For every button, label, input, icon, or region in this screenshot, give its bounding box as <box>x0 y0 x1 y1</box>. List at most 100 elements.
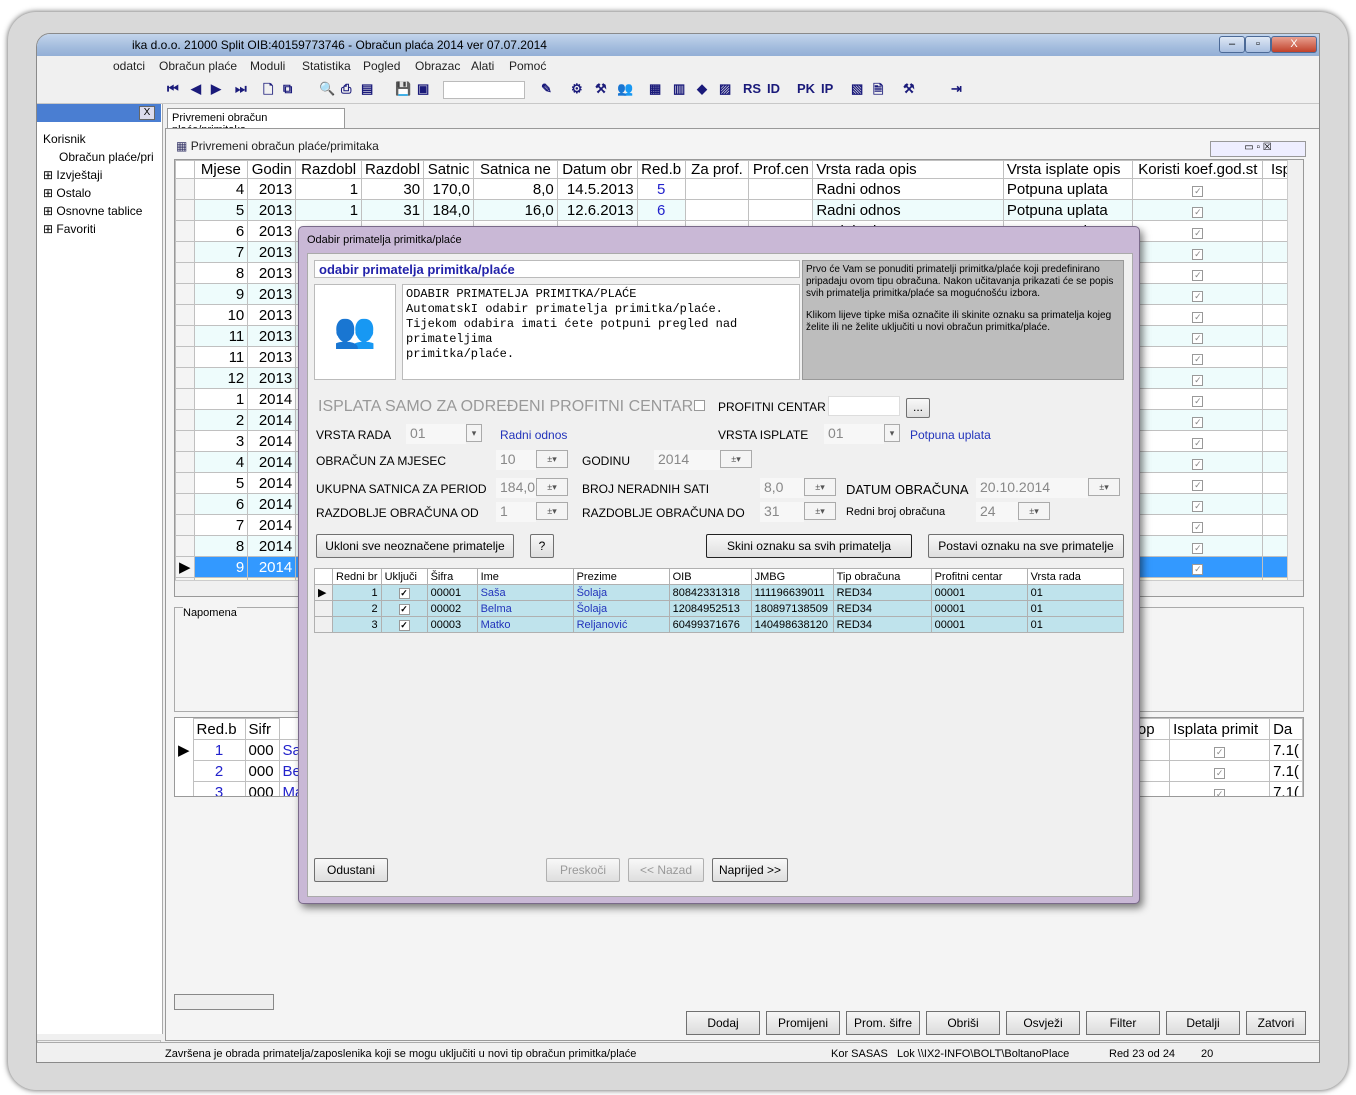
refresh-button[interactable]: Osvježi <box>1006 1011 1080 1035</box>
table-cell[interactable]: 6 <box>193 220 249 242</box>
hammer-icon[interactable]: ⚒ <box>903 81 915 97</box>
table-cell[interactable]: 2 <box>193 409 249 431</box>
table-cell[interactable]: 6 <box>636 199 686 221</box>
table-cell[interactable]: Matko <box>476 616 574 633</box>
table-cell[interactable]: 00001 <box>930 600 1028 617</box>
col-datum-obracuna[interactable]: Datum obr <box>556 160 638 179</box>
od-spinner[interactable]: ±▾ <box>536 502 568 520</box>
koeficijent-checkbox[interactable]: ✓ <box>1132 199 1264 221</box>
col-datum[interactable]: Da <box>1269 718 1303 740</box>
help-button[interactable]: ? <box>530 534 554 558</box>
check-all-button[interactable]: Postavi oznaku na sve primatelje <box>928 534 1124 558</box>
table-cell[interactable]: 30 <box>361 178 425 200</box>
col-prof-cen[interactable]: Prof.cen <box>748 160 814 179</box>
table-cell[interactable]: 00001 <box>930 616 1028 633</box>
col-isplata-primit[interactable]: Isplata primit <box>1169 718 1271 740</box>
row-indicator[interactable]: ▶ <box>175 740 193 761</box>
calc-icon[interactable]: ▦ <box>649 81 661 97</box>
first-record-icon[interactable]: ⏮ <box>167 81 179 97</box>
edit-icon[interactable]: ✎ <box>541 81 552 97</box>
table-cell[interactable]: 2013 <box>247 199 297 221</box>
id-button[interactable]: ID <box>767 81 780 96</box>
table-cell[interactable]: 14.5.2013 <box>556 178 638 200</box>
table-cell[interactable]: 2014 <box>247 535 297 557</box>
include-checkbox[interactable]: ✓ <box>380 616 428 633</box>
table-cell[interactable]: 4 <box>193 178 249 200</box>
expand-icon[interactable]: ⊞ <box>43 168 53 182</box>
redni-broj-cell[interactable]: 1 <box>192 739 246 761</box>
change-code-button[interactable]: Prom. šifre <box>846 1011 920 1035</box>
tab-privremeni-obracun[interactable]: Privremeni obračun plaće/primitaka <box>167 108 345 136</box>
godinu-spinner[interactable]: ±▾ <box>720 450 752 468</box>
col-satnica[interactable]: Satnic <box>423 160 475 179</box>
datum-input[interactable]: 20.10.2014 <box>976 478 1088 498</box>
vrsta-isplate-dropdown[interactable]: ▾ <box>884 424 900 442</box>
koeficijent-checkbox[interactable]: ✓ <box>1132 304 1264 326</box>
table-cell[interactable]: 01 <box>1026 616 1124 633</box>
table-cell[interactable] <box>748 178 814 200</box>
row-indicator[interactable] <box>175 761 193 782</box>
table-cell[interactable]: 3 <box>193 430 249 452</box>
table-cell[interactable]: 60499371676 <box>668 616 752 633</box>
koeficijent-checkbox[interactable]: ✓ <box>1132 535 1264 557</box>
satnica-input[interactable]: 184,0 <box>496 478 536 498</box>
sidebar-item-osnovne-tablice[interactable]: ⊞ Osnovne tablice <box>43 204 142 218</box>
back-button[interactable]: << Nazad <box>628 858 704 882</box>
expand-icon[interactable]: ⊞ <box>43 204 53 218</box>
table-cell[interactable]: 7 <box>193 514 249 536</box>
col-prezime[interactable]: Prezime <box>572 568 670 585</box>
sifra-cell[interactable]: 000 <box>244 739 280 761</box>
profit-center-input[interactable] <box>828 396 900 416</box>
koeficijent-checkbox[interactable]: ✓ <box>1132 472 1264 494</box>
sifra-cell[interactable]: 000 <box>244 781 280 796</box>
table-cell[interactable]: Radni odnos <box>812 199 1004 221</box>
koeficijent-checkbox[interactable]: ✓ <box>1132 220 1264 242</box>
search-input[interactable] <box>443 81 525 99</box>
close-button[interactable]: X <box>1271 36 1317 53</box>
vrsta-rada-code[interactable]: 01 <box>406 424 466 444</box>
koeficijent-checkbox[interactable]: ✓ <box>1132 283 1264 305</box>
koeficijent-checkbox[interactable]: ✓ <box>1132 262 1264 284</box>
col-oib[interactable]: OIB <box>668 568 752 585</box>
sidebar-close-button[interactable]: X <box>139 106 155 120</box>
copy-document-icon[interactable]: ⧉ <box>283 81 292 97</box>
datum-cell[interactable]: 7.1( <box>1269 739 1303 761</box>
col-mjesec[interactable]: Mjese <box>193 160 249 179</box>
redni-spinner[interactable]: ±▾ <box>1018 502 1050 520</box>
table-cell[interactable]: 170,0 <box>423 178 475 200</box>
table-cell[interactable]: 11 <box>193 325 249 347</box>
sidebar-item-korisnik[interactable]: Korisnik <box>43 132 86 146</box>
grid-vertical-scrollbar[interactable] <box>1287 160 1303 580</box>
sidebar-item-izvjestaji[interactable]: ⊞ Izvještaji <box>43 168 102 182</box>
table-cell[interactable]: 10 <box>193 304 249 326</box>
table-cell[interactable]: Radni odnos <box>812 178 1004 200</box>
modify-button[interactable]: Promijeni <box>766 1011 840 1035</box>
table-cell[interactable]: 2013 <box>247 283 297 305</box>
table-cell[interactable]: RED34 <box>832 600 932 617</box>
table-cell[interactable]: Šolaja <box>572 584 670 601</box>
next-record-icon[interactable]: ▶ <box>211 81 221 97</box>
table-cell[interactable]: 31 <box>361 199 425 221</box>
koeficijent-checkbox[interactable]: ✓ <box>1132 346 1264 368</box>
col-red-b[interactable]: Red.b <box>192 718 246 740</box>
table-cell[interactable]: Belma <box>476 600 574 617</box>
datum-spinner[interactable]: ±▾ <box>1088 478 1120 496</box>
details-button[interactable]: Detalji <box>1166 1011 1240 1035</box>
do-input[interactable]: 31 <box>760 502 804 522</box>
table-cell[interactable]: Šolaja <box>572 600 670 617</box>
table-cell[interactable]: RED34 <box>832 616 932 633</box>
table-icon[interactable]: ▥ <box>673 81 685 97</box>
sifra-cell[interactable]: 000 <box>244 760 280 782</box>
table-cell[interactable]: 12084952513 <box>668 600 752 617</box>
table-cell[interactable]: 4 <box>193 451 249 473</box>
menu-pogled[interactable]: Pogled <box>363 59 400 73</box>
table-cell[interactable]: 111196639011 <box>750 584 834 601</box>
last-record-icon[interactable]: ⏭ <box>235 81 247 97</box>
koeficijent-checkbox[interactable]: ✓ <box>1132 451 1264 473</box>
table-cell[interactable] <box>684 178 750 200</box>
redni-input[interactable]: 24 <box>976 502 1018 522</box>
table-cell[interactable]: 2014 <box>247 388 297 410</box>
col-koeficijent[interactable]: Koristi koef.god.st <box>1132 160 1264 179</box>
ip-button[interactable]: IP <box>821 81 833 96</box>
menu-obracun-place[interactable]: Obračun plaće <box>159 59 237 73</box>
